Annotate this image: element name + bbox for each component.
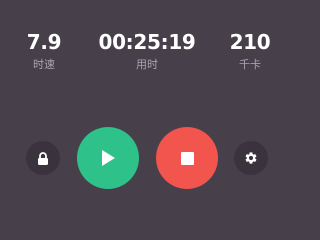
speed-label: 时速 — [33, 58, 55, 71]
stop-icon — [180, 151, 194, 165]
duration-value: 00:25:19 — [98, 30, 196, 54]
speed-stat: 7.9 时速 — [27, 30, 62, 72]
lock-icon — [38, 151, 48, 165]
duration-label: 用时 — [136, 58, 158, 71]
calories-label: 千卡 — [238, 58, 261, 71]
play-icon — [102, 150, 115, 166]
stop-button[interactable] — [156, 127, 218, 189]
speed-value: 7.9 — [26, 30, 62, 54]
calories-value: 210 — [229, 30, 271, 54]
settings-button[interactable] — [234, 141, 268, 175]
gear-icon — [245, 152, 257, 164]
lock-button[interactable] — [26, 141, 60, 175]
play-button[interactable] — [77, 127, 139, 189]
calories-stat: 210 千卡 — [230, 30, 271, 72]
duration-stat: 00:25:19 用时 — [98, 30, 195, 72]
